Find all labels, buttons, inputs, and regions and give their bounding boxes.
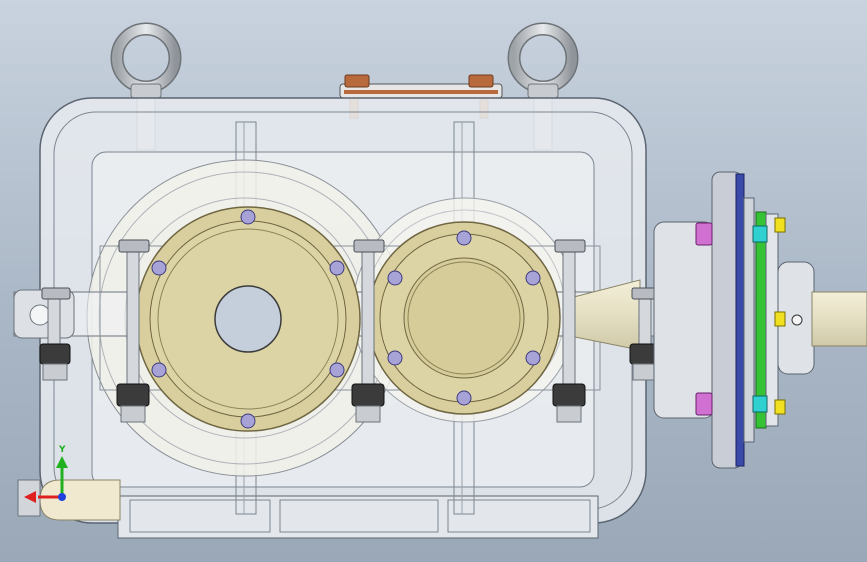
motor-adapter[interactable] [653,171,867,469]
cad-viewport[interactable]: Y [0,0,867,562]
bearing-cap-left[interactable] [135,206,361,432]
triad-z-axis [58,493,66,501]
bearing-cap-right[interactable] [367,221,561,415]
gearbox-drawing[interactable]: Y [0,0,867,562]
triad-y-label: Y [58,445,66,455]
